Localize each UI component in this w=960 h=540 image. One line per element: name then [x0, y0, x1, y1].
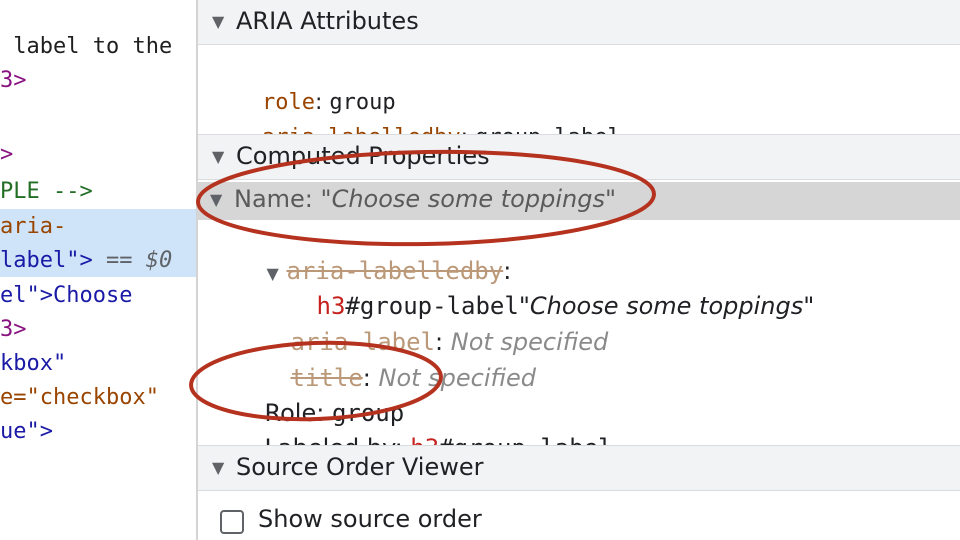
show-source-order-label[interactable]: Show source order: [258, 505, 482, 533]
code-line[interactable]: e="checkbox": [0, 381, 159, 415]
show-source-order-checkbox[interactable]: [220, 510, 244, 534]
code-line-selected[interactable]: label"> == $0: [0, 244, 172, 278]
section-title: Source Order Viewer: [236, 453, 484, 481]
triangle-down-icon: ▼: [212, 12, 225, 31]
section-title: ARIA Attributes: [236, 7, 419, 35]
code-line[interactable]: label to the: [0, 30, 172, 64]
triangle-down-icon: ▼: [212, 458, 225, 477]
triangle-down-icon: ▼: [266, 264, 279, 283]
code-line[interactable]: el">Choose: [0, 279, 132, 313]
section-title: Computed Properties: [236, 142, 490, 170]
computed-name-row[interactable]: ▼ Name: "Choose some toppings": [198, 182, 960, 220]
code-fragment: label">: [0, 248, 93, 273]
code-line[interactable]: aria-: [0, 210, 66, 244]
triangle-down-icon: ▼: [212, 147, 225, 166]
code-line[interactable]: 3>: [0, 64, 27, 98]
aria-attributes-header[interactable]: ▼ ARIA Attributes: [198, 0, 960, 45]
name-value: "Choose some toppings": [320, 185, 616, 213]
triangle-down-icon: ▼: [210, 190, 223, 209]
code-line[interactable]: ue">: [0, 415, 53, 449]
code-line[interactable]: PLE -->: [0, 175, 93, 209]
computed-properties-header[interactable]: ▼ Computed Properties: [198, 134, 960, 180]
elements-code-pane[interactable]: label to the 3> > PLE --> aria- label"> …: [0, 0, 196, 540]
code-line[interactable]: kbox": [0, 347, 66, 381]
code-line[interactable]: 3>: [0, 313, 27, 347]
selected-node-marker: == $0: [105, 248, 173, 273]
name-label: Name:: [234, 185, 321, 213]
source-order-viewer-header[interactable]: ▼ Source Order Viewer: [198, 445, 960, 491]
accessibility-pane: ▼ ARIA Attributes role: group aria-label…: [198, 0, 960, 540]
code-line[interactable]: >: [0, 138, 13, 172]
